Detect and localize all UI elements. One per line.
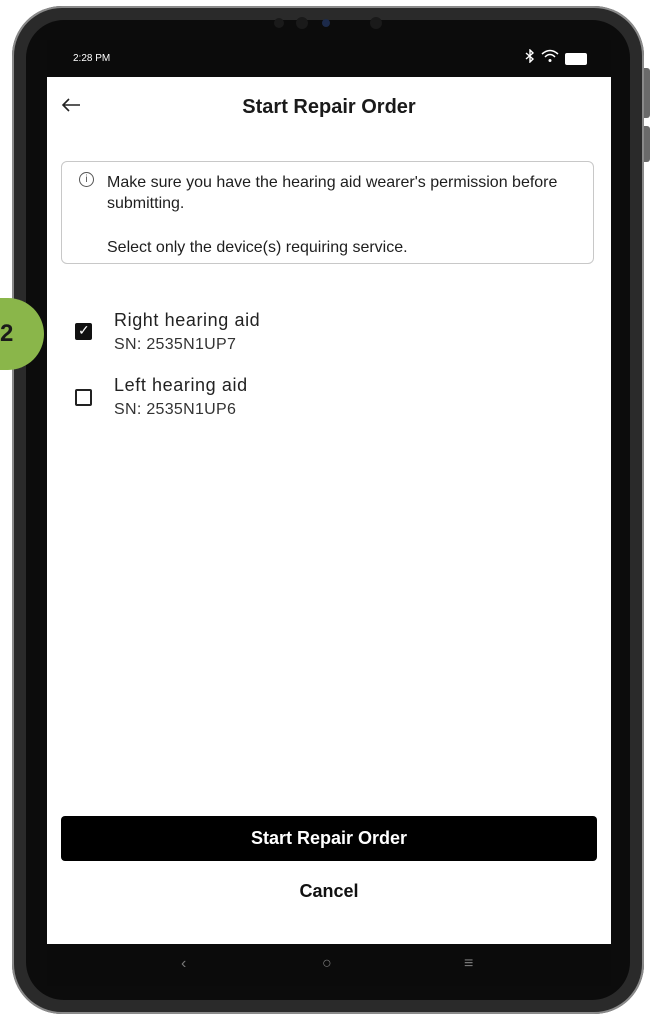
camera-lens: [322, 19, 330, 27]
cancel-button[interactable]: Cancel: [61, 873, 597, 909]
wifi-icon: [541, 49, 559, 68]
info-select-text: Select only the device(s) requiring serv…: [107, 239, 408, 256]
camera-dot: [274, 18, 284, 28]
device-name: Right hearing aid: [114, 310, 261, 330]
start-repair-order-button[interactable]: Start Repair Order: [61, 816, 597, 861]
battery-icon: [565, 52, 587, 65]
nav-home-icon[interactable]: ○: [322, 955, 332, 973]
power-button: [644, 126, 650, 162]
status-time: 2:28 PM: [73, 53, 111, 64]
camera-dot: [296, 17, 308, 29]
status-bar: 2:28 PM: [47, 40, 611, 77]
left-device-checkbox[interactable]: [75, 389, 92, 406]
right-device-checkbox[interactable]: ✓: [75, 322, 92, 340]
device-serial: SN: 2535N1UP6: [114, 401, 237, 418]
device-serial: SN: 2535N1UP7: [114, 336, 237, 353]
nav-menu-icon[interactable]: ≡: [464, 955, 473, 973]
device-name: Left hearing aid: [114, 375, 248, 395]
device-screen: 2:28 PM Start Repair Order i Make sure y…: [47, 40, 611, 986]
page-title: Start Repair Order: [242, 96, 416, 118]
camera-dot: [370, 17, 382, 29]
checkmark-icon: ✓: [78, 322, 90, 338]
app-header: Start Repair Order: [47, 77, 611, 137]
bluetooth-icon: [525, 48, 535, 68]
volume-button: [644, 68, 650, 118]
info-icon: i: [79, 172, 94, 187]
device-item-right[interactable]: ✓ Right hearing aid SN: 2535N1UP7: [47, 306, 611, 358]
status-icons: [525, 48, 587, 68]
nav-back-icon[interactable]: ‹: [181, 955, 186, 973]
info-notice: i Make sure you have the hearing aid wea…: [61, 161, 594, 264]
info-permission-text: Make sure you have the hearing aid weare…: [107, 174, 558, 212]
device-item-left[interactable]: Left hearing aid SN: 2535N1UP6: [47, 373, 611, 425]
navigation-bar: ‹ ○ ≡: [47, 944, 611, 986]
